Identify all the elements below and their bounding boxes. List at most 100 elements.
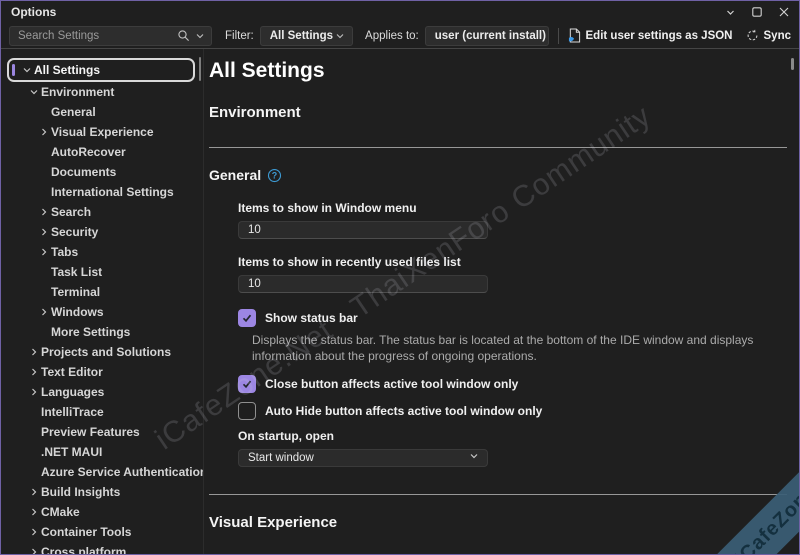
maximize-icon[interactable]	[750, 5, 764, 19]
search-box[interactable]	[9, 26, 212, 46]
on-startup-open-dropdown[interactable]: Start window	[238, 449, 488, 467]
chevron-down-icon[interactable]	[20, 65, 34, 75]
sidebar-item-label: Cross platform	[41, 545, 126, 554]
checkmark-icon	[241, 312, 253, 324]
sidebar-item-container-tools[interactable]: Container Tools	[1, 522, 203, 542]
sidebar-item-label: Windows	[51, 305, 104, 319]
sidebar-item-azure-service-authentication[interactable]: Azure Service Authentication	[1, 462, 203, 482]
close-button-affects-active-tool-window-only-checkbox-row: Close button affects active tool window …	[238, 375, 789, 393]
chevron-right-icon[interactable]	[27, 367, 41, 377]
svg-text:?: ?	[272, 170, 277, 180]
chevron-down-icon[interactable]	[27, 87, 41, 97]
window-title: Options	[11, 5, 56, 19]
sidebar-item-environment[interactable]: Environment	[1, 82, 203, 102]
section-divider	[209, 147, 787, 148]
sidebar-item-tabs[interactable]: Tabs	[1, 242, 203, 262]
chevron-right-icon[interactable]	[37, 207, 51, 217]
sidebar-item-security[interactable]: Security	[1, 222, 203, 242]
applies-to-value: user (current install)	[435, 30, 546, 42]
sidebar-item-label: Build Insights	[41, 485, 120, 499]
applies-to-dropdown[interactable]: user (current install)	[425, 26, 549, 46]
sidebar-item-net-maui[interactable]: .NET MAUI	[1, 442, 203, 462]
chevron-right-icon[interactable]	[37, 227, 51, 237]
checkbox-label: Auto Hide button affects active tool win…	[265, 404, 542, 418]
dialog-body: All Settings Environment General Visual Exp…	[1, 49, 799, 554]
sidebar-item-languages[interactable]: Languages	[1, 382, 203, 402]
sidebar-item-terminal[interactable]: Terminal	[1, 282, 203, 302]
selection-accent-bar	[12, 64, 15, 76]
sidebar-item-label: CMake	[41, 505, 80, 519]
search-input[interactable]	[18, 30, 172, 42]
sidebar-item-projects-and-solutions[interactable]: Projects and Solutions	[1, 342, 203, 362]
field-label: Items to show in recently used files lis…	[238, 255, 789, 269]
group-heading-general: General	[209, 167, 261, 183]
section-divider	[209, 494, 787, 495]
checkbox-checked[interactable]	[238, 309, 256, 327]
chevron-right-icon[interactable]	[37, 127, 51, 137]
chevron-right-icon[interactable]	[27, 487, 41, 497]
sidebar-item-text-editor[interactable]: Text Editor	[1, 362, 203, 382]
sidebar-item-label: Search	[51, 205, 91, 219]
tree-scrollbar-thumb[interactable]	[199, 57, 201, 81]
sidebar-item-label: Languages	[41, 385, 104, 399]
sidebar-item-label: Container Tools	[41, 525, 131, 539]
sidebar-item-cmake[interactable]: CMake	[1, 502, 203, 522]
checkbox-label: Close button affects active tool window …	[265, 377, 518, 391]
sidebar-item-task-list[interactable]: Task List	[1, 262, 203, 282]
sidebar-item-intellitrace[interactable]: IntelliTrace	[1, 402, 203, 422]
chevron-down-icon[interactable]	[723, 5, 737, 19]
page-title: All Settings	[209, 59, 789, 83]
sidebar-item-visual-experience[interactable]: Visual Experience	[1, 122, 203, 142]
sidebar-item-label: Security	[51, 225, 98, 239]
items-to-show-in-window-menu-input[interactable]	[238, 221, 488, 239]
sidebar-item-label: More Settings	[51, 325, 130, 339]
chevron-right-icon[interactable]	[27, 527, 41, 537]
sidebar-item-general[interactable]: General	[1, 102, 203, 122]
chevron-right-icon[interactable]	[27, 347, 41, 357]
sidebar-item-preview-features[interactable]: Preview Features	[1, 422, 203, 442]
items-to-show-in-recently-used-files-list-input[interactable]	[238, 275, 488, 293]
sidebar-item-build-insights[interactable]: Build Insights	[1, 482, 203, 502]
sidebar-item-more-settings[interactable]: More Settings	[1, 322, 203, 342]
edit-user-settings-json-button[interactable]: Edit user settings as JSON	[568, 28, 733, 43]
chevron-right-icon[interactable]	[27, 387, 41, 397]
sidebar-item-label: All Settings	[34, 63, 100, 77]
chevron-right-icon[interactable]	[37, 247, 51, 257]
chevron-right-icon[interactable]	[37, 307, 51, 317]
chevron-right-icon[interactable]	[27, 547, 41, 554]
help-icon[interactable]: ?	[267, 168, 282, 183]
sidebar-item-all-settings[interactable]: All Settings	[7, 58, 195, 82]
sidebar-item-label: IntelliTrace	[41, 405, 104, 419]
chevron-right-icon[interactable]	[27, 507, 41, 517]
sidebar-item-autorecover[interactable]: AutoRecover	[1, 142, 203, 162]
sync-icon	[746, 29, 759, 42]
sidebar-item-label: Environment	[41, 85, 114, 99]
sidebar-item-label: General	[51, 105, 96, 119]
sidebar-item-cross-platform[interactable]: Cross platform	[1, 542, 203, 554]
sidebar-item-search[interactable]: Search	[1, 202, 203, 222]
checkbox-unchecked[interactable]	[238, 402, 256, 420]
chevron-down-icon	[469, 451, 479, 464]
main-scrollbar-thumb[interactable]	[791, 58, 794, 70]
sidebar-item-label: International Settings	[51, 185, 174, 199]
sync-button[interactable]: Sync	[746, 29, 792, 42]
settings-tree: All Settings Environment General Visual Exp…	[1, 49, 204, 554]
sidebar-item-label: Terminal	[51, 285, 100, 299]
search-options-chevron-icon[interactable]	[195, 31, 205, 41]
sidebar-item-documents[interactable]: Documents	[1, 162, 203, 182]
filter-label: Filter:	[225, 30, 254, 42]
select-label: On startup, open	[238, 429, 789, 443]
checkbox-checked[interactable]	[238, 375, 256, 393]
checkbox-description: Displays the status bar. The status bar …	[252, 333, 787, 365]
chevron-down-icon	[335, 31, 345, 41]
filter-dropdown[interactable]: All Settings	[260, 26, 353, 46]
sidebar-item-label: Visual Experience	[51, 125, 154, 139]
settings-panel: All Settings Environment General ? Items…	[204, 49, 799, 554]
sidebar-item-label: AutoRecover	[51, 145, 126, 159]
sidebar-item-label: Projects and Solutions	[41, 345, 171, 359]
sidebar-item-label: .NET MAUI	[41, 445, 102, 459]
search-icon	[177, 29, 190, 42]
close-icon[interactable]	[777, 5, 791, 19]
sidebar-item-windows[interactable]: Windows	[1, 302, 203, 322]
sidebar-item-international-settings[interactable]: International Settings	[1, 182, 203, 202]
